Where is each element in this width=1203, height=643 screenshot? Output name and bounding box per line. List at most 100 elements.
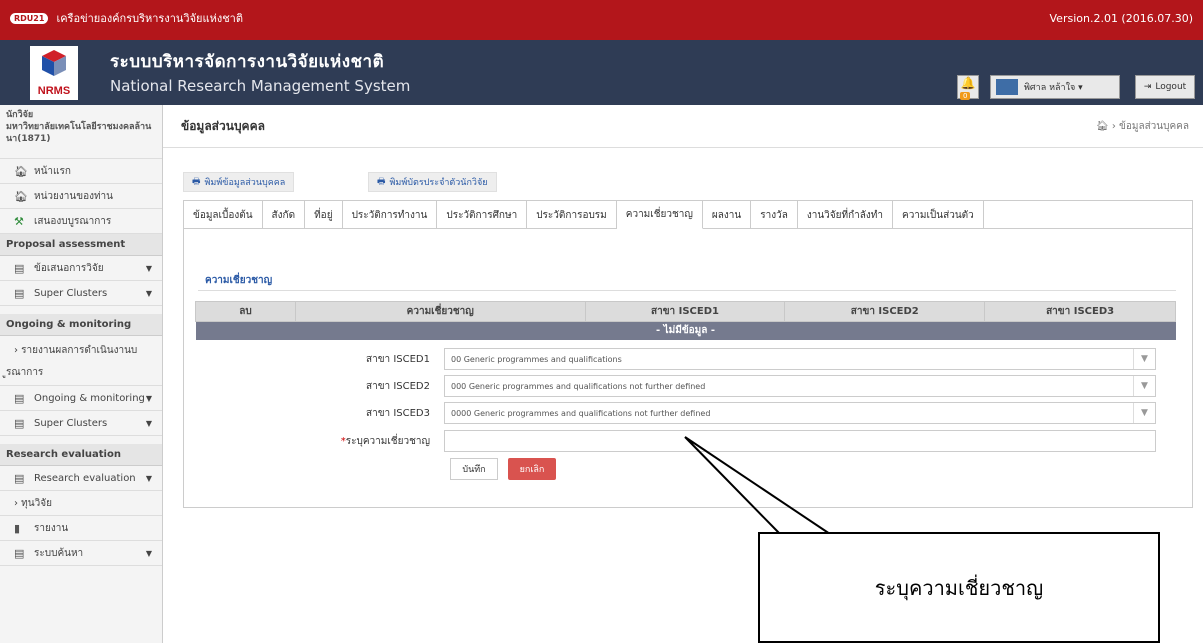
table-header-row: ลบ ความเชี่ยวชาญ สาขา ISCED1 สาขา ISCED2… [195, 301, 1176, 322]
tab-expertise[interactable]: ความเชี่ยวชาญ [616, 201, 703, 229]
tab-works[interactable]: ผลงาน [703, 201, 752, 229]
list-icon: ▤ [14, 471, 25, 485]
save-button[interactable]: บันทึก [450, 458, 498, 480]
sidebar-item-label: Super Clusters [34, 287, 108, 299]
print-card-label: พิมพ์บัตรประจำตัวนักวิจัย [389, 178, 488, 188]
logout-icon: ⇥ [1143, 82, 1152, 92]
network-title: เครือข่ายองค์กรบริหารงานวิจัยแห่งชาติ [56, 12, 243, 25]
expertise-input[interactable] [444, 430, 1156, 452]
sidebar-item-label: Ongoing & monitoring [34, 392, 145, 404]
logout-label: Logout [1155, 82, 1187, 92]
sidebar: นักวิจัย มหาวิทยาลัยเทคโนโลยีราชมงคลล้าน… [0, 105, 163, 643]
tab-address[interactable]: ที่อยู่ [305, 201, 343, 229]
user-avatar [996, 79, 1018, 95]
sidebar-item-home[interactable]: 🏠︎ หน้าแรก [0, 159, 162, 184]
isced2-select[interactable]: 000 Generic programmes and qualification… [444, 375, 1156, 397]
user-name: พิศาล หล้าใจ ▾ [1024, 83, 1083, 93]
sidebar-item-agency[interactable]: 🏠︎ หน่วยงานของท่าน [0, 184, 162, 209]
tab-awards[interactable]: รางวัล [751, 201, 798, 229]
isced1-label: สาขา ISCED1 [365, 353, 430, 365]
system-title-english: National Research Management System [110, 77, 411, 95]
top-bar: RDU21 เครือข่ายองค์กรบริหารงานวิจัยแห่งชา… [0, 0, 1203, 40]
sidebar-item-report[interactable]: › รายงานผลการดำเนินงานบูรณาการ [0, 336, 162, 386]
section-divider [198, 290, 1176, 291]
breadcrumb-current: ข้อมูลส่วนบุคคล [1119, 121, 1189, 132]
network-badge: RDU21 [10, 12, 49, 24]
chevron-down-icon: ▼ [145, 548, 152, 558]
list-icon: ▤ [14, 391, 25, 405]
sidebar-item-label: หน้าแรก [34, 165, 71, 177]
isced3-label: สาขา ISCED3 [365, 407, 430, 419]
list-icon: ▤ [14, 261, 25, 275]
chevron-down-icon: ▼ [145, 473, 152, 483]
home-icon: 🏠︎ [14, 164, 28, 178]
sidebar-item-label: Research evaluation [34, 472, 136, 484]
col-isced3: สาขา ISCED3 [984, 301, 1176, 322]
chevron-down-icon: ▼ [145, 288, 152, 298]
home-icon[interactable]: 🏠︎ › [1096, 121, 1116, 132]
print-card-button[interactable]: 🖶 พิมพ์บัตรประจำตัวนักวิจัย [368, 172, 497, 192]
sidebar-item-label: เสนองบบูรณาการ [34, 215, 112, 227]
logout-button[interactable]: ⇥ Logout [1135, 75, 1195, 99]
tab-work-history[interactable]: ประวัติการทำงาน [343, 201, 438, 229]
isced3-select[interactable]: 0000 Generic programmes and qualificatio… [444, 402, 1156, 424]
sidebar-section-evaluation: Research evaluation [0, 444, 162, 466]
user-org: มหาวิทยาลัยเทคโนโลยีราชมงคลล้านนา(1871) [6, 122, 152, 144]
tab-education[interactable]: ประวัติการศึกษา [437, 201, 528, 229]
sidebar-item-report-2[interactable]: ▮ รายงาน [0, 516, 162, 541]
report-icon: ▮ [14, 521, 21, 535]
chevron-down-icon: ▼ [145, 418, 152, 428]
printer-icon: 🖶 [377, 177, 386, 187]
printer-icon: 🖶 [192, 177, 201, 187]
user-menu[interactable]: พิศาล หล้าใจ ▾ [990, 75, 1120, 99]
col-delete: ลบ [195, 301, 296, 322]
expertise-table: ลบ ความเชี่ยวชาญ สาขา ISCED1 สาขา ISCED2… [195, 301, 1176, 340]
list-icon: ▤ [14, 286, 25, 300]
isced1-row: สาขา ISCED1 00 Generic programmes and qu… [300, 348, 1156, 370]
home-icon: 🏠︎ [14, 189, 28, 203]
sidebar-item-proposal[interactable]: ▤ ข้อเสนอการวิจัย ▼ [0, 256, 162, 281]
version-label: Version.2.01 (2016.07.30) [1049, 12, 1194, 25]
page-title: ข้อมูลส่วนบุคคล [181, 119, 265, 133]
isced2-label: สาขา ISCED2 [365, 380, 430, 392]
sidebar-item-label: › ทุนวิจัย [14, 497, 52, 509]
user-role: นักวิจัย [6, 110, 34, 120]
tab-affiliation[interactable]: สังกัด [263, 201, 306, 229]
sidebar-item-search[interactable]: ▤ ระบบค้นหา ▼ [0, 541, 162, 566]
divider [163, 147, 1203, 148]
tab-current-research[interactable]: งานวิจัยที่กำลังทำ [798, 201, 893, 229]
sidebar-item-grant[interactable]: › ทุนวิจัย [0, 491, 162, 516]
sidebar-item-label: › รายงานผลการดำเนินงานบ [14, 345, 138, 356]
chevron-down-icon: ▼ [1133, 349, 1155, 369]
col-isced2: สาขา ISCED2 [784, 301, 986, 322]
isced1-select[interactable]: 00 Generic programmes and qualifications… [444, 348, 1156, 370]
chevron-down-icon: ▼ [145, 263, 152, 273]
chevron-down-icon: ▼ [145, 393, 152, 403]
cancel-button[interactable]: ยกเลิก [508, 458, 556, 480]
sidebar-item-label: ระบบค้นหา [34, 547, 84, 559]
nrms-logo: NRMS [30, 46, 78, 100]
sidebar-item-super-clusters-2[interactable]: ▤ Super Clusters ▼ [0, 411, 162, 436]
sidebar-section-ongoing: Ongoing & monitoring [0, 314, 162, 336]
sidebar-item-budget[interactable]: ⚒ เสนองบบูรณาการ [0, 209, 162, 234]
sidebar-item-super-clusters[interactable]: ▤ Super Clusters ▼ [0, 281, 162, 306]
sidebar-item-label: รายงาน [34, 522, 69, 534]
notification-button[interactable]: 🔔 0 [957, 75, 979, 100]
chevron-down-icon: ▼ [1133, 403, 1155, 423]
sidebar-item-research-evaluation[interactable]: ▤ Research evaluation ▼ [0, 466, 162, 491]
empty-message: - ไม่มีข้อมูล - [195, 321, 1176, 340]
system-title-thai: ระบบบริหารจัดการงานวิจัยแห่งชาติ [110, 52, 385, 72]
col-isced1: สาขา ISCED1 [584, 301, 786, 322]
sidebar-item-label: Super Clusters [34, 417, 108, 429]
app-header: NRMS ระบบบริหารจัดการงานวิจัยแห่งชาติ Na… [0, 40, 1203, 105]
isced2-value: 000 Generic programmes and qualification… [451, 381, 706, 391]
tab-training[interactable]: ประวัติการอบรม [527, 201, 617, 229]
expertise-row: *ระบุความเชี่ยวชาญ [300, 430, 1156, 452]
sidebar-item-ongoing[interactable]: ▤ Ongoing & monitoring ▼ [0, 386, 162, 411]
tab-basic[interactable]: ข้อมูลเบื้องต้น [184, 201, 263, 229]
callout-box: ระบุความเชี่ยวชาญ [758, 532, 1160, 643]
isced3-row: สาขา ISCED3 0000 Generic programmes and … [300, 402, 1156, 424]
tab-privacy[interactable]: ความเป็นส่วนตัว [893, 201, 984, 229]
sidebar-item-label: ข้อเสนอการวิจัย [34, 262, 104, 274]
print-personal-button[interactable]: 🖶 พิมพ์ข้อมูลส่วนบุคคล [183, 172, 295, 192]
